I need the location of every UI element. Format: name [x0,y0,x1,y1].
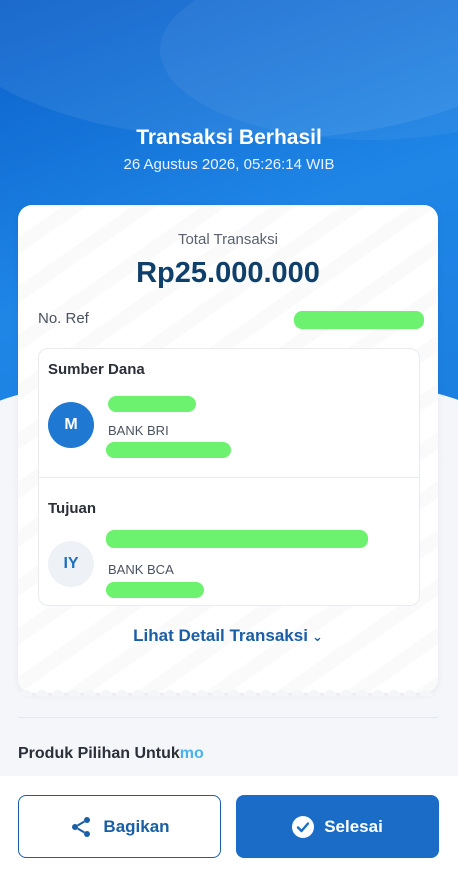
transaction-datetime: 26 Agustus 2026, 05:26:14 WIB [123,156,335,173]
panel-divider [39,477,419,478]
chevron-down-icon: ⌄ [311,629,323,644]
receipt-card: Total Transaksi Rp25.000.000 No. Ref Sum… [18,205,438,693]
brand-logo: mo [179,745,204,762]
action-bar: Bagikan Selesai [0,776,458,879]
promo-title-text: Produk Pilihan Untuk [18,745,180,762]
share-button[interactable]: Bagikan [18,795,221,858]
source-bank: BANK BRI [108,423,169,438]
done-button[interactable]: Selesai [236,795,439,858]
ref-number-redacted [294,311,424,329]
destination-avatar: IY [48,541,94,587]
source-avatar: M [48,402,94,448]
destination-bank: BANK BCA [108,562,174,577]
destination-account-redacted [106,582,204,598]
share-label: Bagikan [103,816,170,836]
fund-flow-panel: Sumber Dana M BANK BRI Tujuan IY BANK BC… [38,348,420,606]
section-separator [18,717,438,718]
source-name-redacted [108,396,196,412]
check-circle-icon [292,815,315,838]
share-icon [72,816,91,837]
destination-name-redacted [106,530,368,548]
view-detail-link[interactable]: Lihat Detail Transaksi ⌄ [18,626,438,646]
destination-title: Tujuan [48,500,97,517]
total-label: Total Transaksi [177,231,279,248]
source-account-redacted [106,442,231,458]
ref-label: No. Ref [38,310,89,327]
receipt-zigzag-edge [18,684,438,696]
promo-title: Produk Pilihan Untukmo [18,745,204,763]
source-title: Sumber Dana [48,361,145,378]
page-title: Transaksi Berhasil [136,126,322,149]
view-detail-label: Lihat Detail Transaksi [133,626,308,645]
total-amount: Rp25.000.000 [136,257,320,289]
done-label: Selesai [324,816,383,836]
